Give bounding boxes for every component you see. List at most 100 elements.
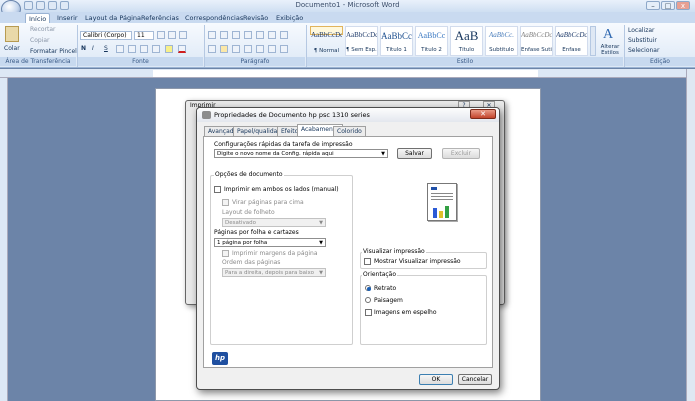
tab-exibicao[interactable]: Exibição xyxy=(273,13,306,23)
bold-button[interactable]: N xyxy=(81,45,86,52)
borders-icon[interactable] xyxy=(280,45,288,53)
orientation-label: Orientação xyxy=(362,271,398,278)
numbering-icon[interactable] xyxy=(220,31,228,39)
font-name-combo[interactable]: Calibri (Corpo) xyxy=(80,31,132,40)
tab-correspondencias[interactable]: Correspondências xyxy=(182,13,246,23)
style-title[interactable]: AaB Título xyxy=(450,26,483,56)
copy-button[interactable]: Copiar xyxy=(30,37,49,44)
change-case-icon[interactable] xyxy=(152,45,160,53)
portrait-label: Retrato xyxy=(374,285,397,292)
change-styles-button[interactable]: Alterar Estilos xyxy=(599,44,621,56)
style-subtitle[interactable]: AaBbCc. Subtítulo xyxy=(485,26,518,56)
change-styles-icon[interactable]: A xyxy=(603,27,613,43)
show-preview-checkbox[interactable] xyxy=(364,258,371,265)
booklet-layout-select[interactable]: Desativado ▼ xyxy=(222,218,326,227)
underline-button[interactable]: S xyxy=(104,45,108,52)
duplex-checkbox[interactable] xyxy=(214,186,221,193)
subscript-icon[interactable] xyxy=(128,45,136,53)
close-button[interactable]: x xyxy=(676,1,690,10)
pages-per-sheet-select[interactable]: 1 página por folha ▼ xyxy=(214,238,326,247)
grow-font-icon[interactable] xyxy=(157,31,165,39)
booklet-layout-label: Layout de folheto xyxy=(222,209,275,216)
align-right-icon[interactable] xyxy=(232,45,240,53)
highlight-icon[interactable] xyxy=(165,45,173,53)
undo-icon[interactable] xyxy=(36,1,45,10)
clear-format-icon[interactable] xyxy=(179,31,187,39)
superscript-icon[interactable] xyxy=(140,45,148,53)
print-borders-label: Imprimir margens da página xyxy=(232,250,318,257)
window-title: Documento1 - Microsoft Word xyxy=(295,1,400,9)
save-icon[interactable] xyxy=(24,1,33,10)
paste-label[interactable]: Colar xyxy=(4,45,20,52)
format-painter-button[interactable]: Formatar Pincel xyxy=(30,48,77,55)
redo-icon[interactable] xyxy=(48,1,57,10)
style-subtle-emphasis[interactable]: AaBbCcDc Ênfase Sutil xyxy=(520,26,553,56)
cut-button[interactable]: Recortar xyxy=(30,26,56,33)
ok-button[interactable]: OK xyxy=(419,374,453,385)
bullets-icon[interactable] xyxy=(208,31,216,39)
mirror-checkbox[interactable] xyxy=(365,309,372,316)
quick-sets-select[interactable]: Digite o novo nome da Config. rápida aqu… xyxy=(214,149,388,158)
pilcrow-icon[interactable] xyxy=(280,31,288,39)
preview-label: Visualizar impressão xyxy=(362,248,426,255)
tab-inserir[interactable]: Inserir xyxy=(54,13,81,23)
line-spacing-icon[interactable] xyxy=(256,45,264,53)
select-button[interactable]: Selecionar xyxy=(628,47,659,54)
tab-inicio[interactable]: Início xyxy=(25,13,51,23)
style-emphasis[interactable]: AaBbCcDc Ênfase xyxy=(555,26,588,56)
document-options-label: Opções de documento xyxy=(214,171,284,178)
tab-layout[interactable]: Layout da Página xyxy=(82,13,144,23)
font-group-label: Fonte xyxy=(78,57,203,66)
align-left-icon[interactable] xyxy=(208,45,216,53)
page-preview-icon xyxy=(427,183,457,221)
cancel-button[interactable]: Cancelar xyxy=(458,374,492,385)
justify-icon[interactable] xyxy=(244,45,252,53)
style-heading-2[interactable]: AaBbCc Título 2 xyxy=(415,26,448,56)
maximize-button[interactable]: □ xyxy=(661,1,675,10)
style-heading-1[interactable]: AaBbCc Título 1 xyxy=(380,26,413,56)
replace-button[interactable]: Substituir xyxy=(628,37,657,44)
style-no-spacing[interactable]: AaBbCcDc ¶ Sem Esp... xyxy=(345,26,378,56)
flip-pages-checkbox[interactable] xyxy=(222,199,229,206)
styles-scroll[interactable] xyxy=(590,26,596,56)
landscape-label: Paisagem xyxy=(374,297,403,304)
tab-colorido[interactable]: Colorido xyxy=(333,126,366,136)
vertical-ruler[interactable] xyxy=(0,78,8,401)
shrink-font-icon[interactable] xyxy=(168,31,176,39)
duplex-label: Imprimir em ambos os lados (manual) xyxy=(224,186,339,193)
strikethrough-icon[interactable] xyxy=(116,45,124,53)
paste-icon[interactable] xyxy=(5,26,19,42)
tab-referencias[interactable]: Referências xyxy=(138,13,182,23)
shading-icon[interactable] xyxy=(268,45,276,53)
properties-title: Propriedades de Documento hp psc 1310 se… xyxy=(214,111,370,119)
italic-button[interactable]: I xyxy=(92,45,94,52)
pages-per-sheet-label: Páginas por folha e cartazes xyxy=(214,229,299,236)
close-icon[interactable]: ✕ xyxy=(470,109,496,119)
ruler-text-area xyxy=(153,70,538,77)
find-button[interactable]: Localizar xyxy=(628,27,655,34)
page-order-select[interactable]: Para a direita, depois para baixo ▼ xyxy=(222,268,326,277)
paragraph-group-label: Parágrafo xyxy=(205,57,305,66)
printer-icon xyxy=(202,111,211,119)
font-size-combo[interactable]: 11 xyxy=(134,31,154,40)
vertical-scrollbar[interactable] xyxy=(686,69,695,401)
sort-icon[interactable] xyxy=(268,31,276,39)
landscape-radio[interactable] xyxy=(365,297,371,303)
flip-pages-label: Virar páginas para cima xyxy=(232,199,304,206)
quick-sets-label: Configurações rápidas da tarefa de impre… xyxy=(214,141,353,148)
quick-access-customize-icon[interactable] xyxy=(60,1,69,10)
delete-button[interactable]: Excluir xyxy=(442,148,480,159)
increase-indent-icon[interactable] xyxy=(256,31,264,39)
clipboard-group-label: Área de Transferência xyxy=(0,57,76,66)
font-color-icon[interactable] xyxy=(178,45,186,53)
tab-revisao[interactable]: Revisão xyxy=(240,13,271,23)
decrease-indent-icon[interactable] xyxy=(244,31,252,39)
editing-group-label: Edição xyxy=(625,57,695,66)
print-borders-checkbox[interactable] xyxy=(222,250,229,257)
style-normal[interactable]: AaBbCcDc ¶ Normal xyxy=(310,26,343,54)
multilevel-list-icon[interactable] xyxy=(232,31,240,39)
minimize-button[interactable]: – xyxy=(646,1,660,10)
portrait-radio[interactable] xyxy=(365,285,371,291)
save-button[interactable]: Salvar xyxy=(397,148,432,159)
align-center-icon[interactable] xyxy=(220,45,228,53)
